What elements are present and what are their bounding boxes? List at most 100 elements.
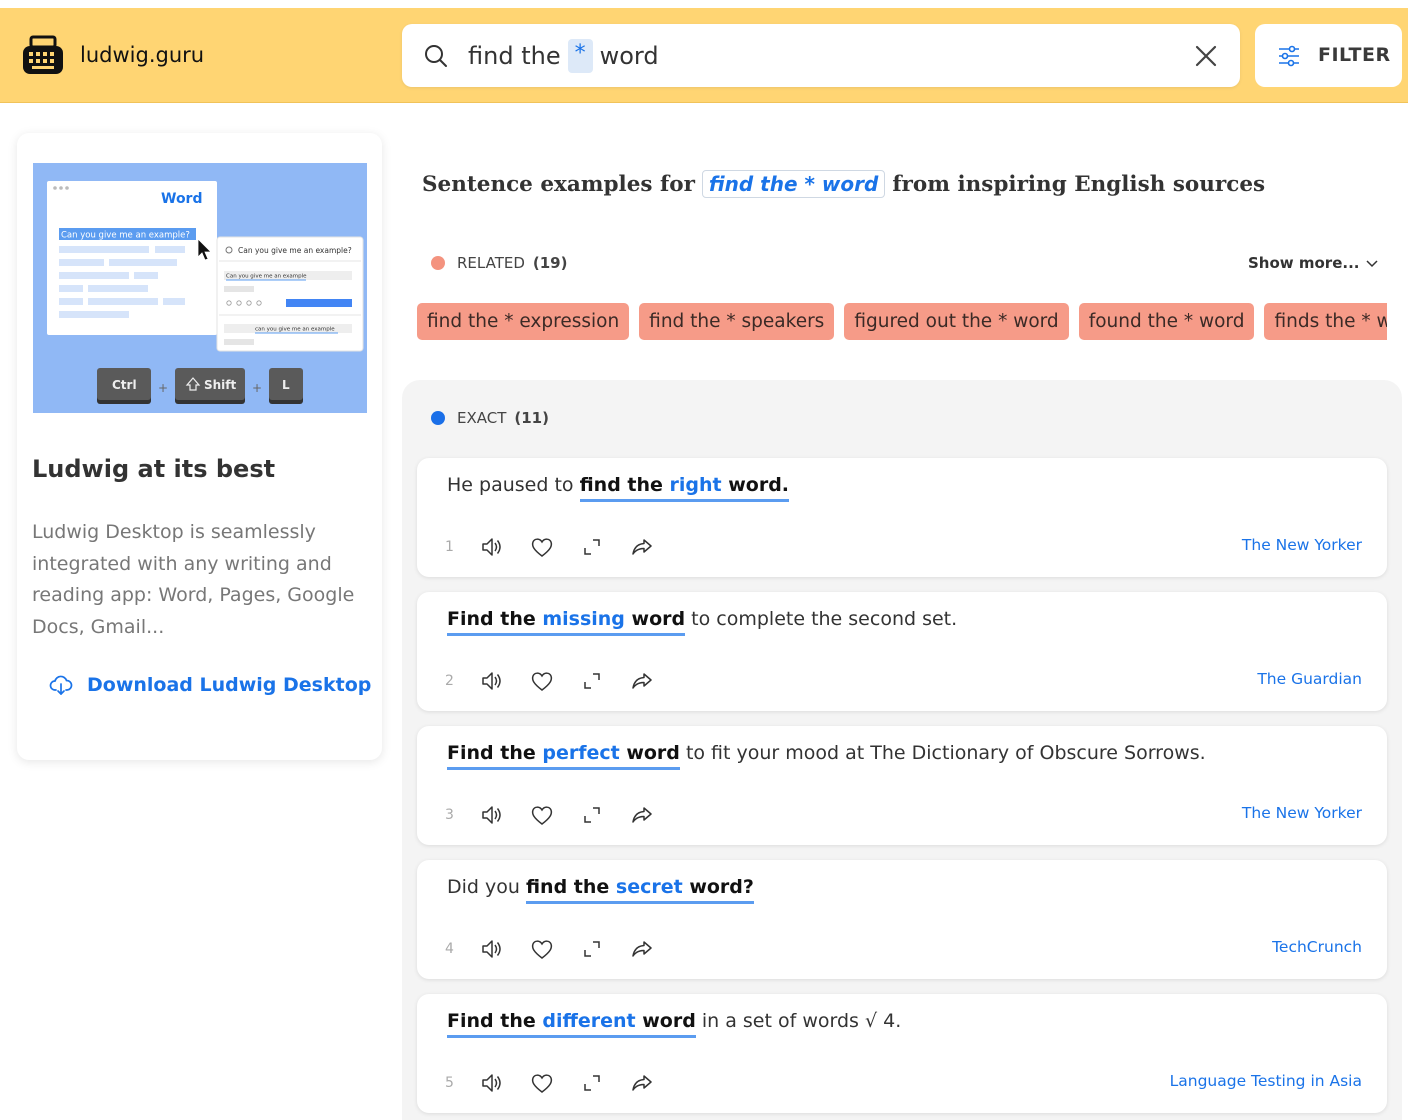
source-link[interactable]: The Guardian [1257, 670, 1362, 688]
promo-illustration: Word Can you give me an example? Can you… [33, 163, 367, 413]
header: ludwig.guru find the * word FILTER [0, 8, 1408, 103]
heart-icon[interactable] [529, 668, 555, 694]
top-strip [0, 0, 1408, 8]
heading-query: find the * word [701, 170, 886, 198]
exact-count: (11) [514, 409, 549, 427]
match-end: word? [682, 876, 754, 898]
source-link[interactable]: The New Yorker [1242, 804, 1362, 822]
svg-text:+: + [252, 381, 262, 395]
speaker-icon[interactable] [479, 802, 505, 828]
download-desktop-link[interactable]: Download Ludwig Desktop [49, 673, 371, 697]
speaker-icon[interactable] [479, 1070, 505, 1096]
share-icon[interactable] [629, 534, 655, 560]
match-start: Find the [447, 1010, 543, 1032]
heart-icon[interactable] [529, 936, 555, 962]
related-chips: find the * expression find the * speakers… [417, 303, 1387, 340]
related-chip[interactable]: finds the * word [1264, 303, 1387, 340]
source-link[interactable]: Language Testing in Asia [1170, 1072, 1362, 1090]
search-input[interactable]: find the * word [468, 38, 659, 74]
result-number: 2 [445, 673, 454, 689]
card-toolbar: 5 [445, 1070, 679, 1096]
site-name[interactable]: ludwig.guru [80, 43, 204, 67]
search-text-after: word [599, 42, 659, 70]
result-card: Did you find the secret word? 4 TechCrun… [417, 860, 1387, 979]
example-sentence[interactable]: He paused to find the right word. [447, 474, 790, 502]
heart-icon[interactable] [529, 534, 555, 560]
search-box[interactable]: find the * word [402, 24, 1240, 87]
match-phrase: Find the different word [447, 1010, 696, 1038]
match-variable-word: perfect [542, 742, 620, 764]
promo-description: Ludwig Desktop is seamlessly integrated … [32, 521, 355, 638]
source-link[interactable]: The New Yorker [1242, 536, 1362, 554]
filter-button[interactable]: FILTER [1255, 24, 1402, 87]
related-section-header: RELATED (19) [431, 254, 567, 272]
exact-dot [431, 411, 445, 425]
search-text-before: find the [468, 42, 561, 70]
heart-icon[interactable] [529, 802, 555, 828]
key-ctrl: Ctrl [112, 378, 137, 392]
match-variable-word: different [542, 1010, 636, 1032]
search-icon [425, 45, 447, 67]
match-start: Find the [447, 742, 543, 764]
cloud-download-icon [49, 675, 73, 695]
result-number: 4 [445, 941, 454, 957]
match-start: find the [525, 876, 616, 898]
result-number: 5 [445, 1075, 454, 1091]
source-link[interactable]: TechCrunch [1272, 938, 1362, 956]
result-number: 1 [445, 539, 454, 555]
illustration-app-title: Word [161, 191, 203, 207]
related-chip[interactable]: found the * word [1078, 303, 1255, 340]
expand-icon[interactable] [579, 534, 605, 560]
example-sentence[interactable]: Find the missing word to complete the se… [447, 608, 957, 636]
result-card: Find the different word in a set of word… [417, 994, 1387, 1113]
illustration-popup-query: Can you give me an example? [238, 246, 352, 255]
filter-label: FILTER [1318, 44, 1391, 66]
related-chip[interactable]: figured out the * word [844, 303, 1069, 340]
expand-icon[interactable] [579, 668, 605, 694]
speaker-icon[interactable] [479, 668, 505, 694]
page-heading: Sentence examples for find the * word fr… [422, 170, 1265, 198]
close-icon[interactable] [1192, 42, 1220, 70]
related-dot [431, 256, 445, 270]
download-label: Download Ludwig Desktop [87, 674, 372, 696]
match-start: find the [579, 474, 670, 496]
expand-icon[interactable] [579, 936, 605, 962]
show-more-button[interactable]: Show more... [1248, 254, 1379, 272]
result-card: Find the perfect word to fit your mood a… [417, 726, 1387, 845]
related-chip[interactable]: find the * speakers [639, 303, 835, 340]
example-sentence[interactable]: Find the different word in a set of word… [447, 1010, 902, 1038]
heart-icon[interactable] [529, 1070, 555, 1096]
example-sentence[interactable]: Find the perfect word to fit your mood a… [447, 742, 1206, 770]
sentence-post: in a set of words √ 4. [695, 1010, 902, 1032]
share-icon[interactable] [629, 802, 655, 828]
expand-icon[interactable] [579, 802, 605, 828]
typewriter-logo-icon[interactable] [22, 34, 64, 76]
example-sentence[interactable]: Did you find the secret word? [447, 876, 754, 904]
match-end: word [619, 742, 680, 764]
card-toolbar: 2 [445, 668, 679, 694]
speaker-icon[interactable] [479, 534, 505, 560]
card-toolbar: 1 [445, 534, 679, 560]
sentence-pre: Did you [447, 876, 526, 898]
exact-section-header: EXACT (11) [431, 409, 549, 427]
result-number: 3 [445, 807, 454, 823]
wildcard-token[interactable]: * [567, 39, 593, 73]
related-label: RELATED [457, 254, 525, 272]
show-more-label: Show more... [1248, 254, 1360, 272]
related-count: (19) [532, 254, 568, 272]
match-phrase: Find the perfect word [447, 742, 680, 770]
expand-icon[interactable] [579, 1070, 605, 1096]
share-icon[interactable] [629, 1070, 655, 1096]
key-l: L [282, 378, 290, 392]
illustration-selected-text: Can you give me an example? [61, 231, 190, 241]
speaker-icon[interactable] [479, 936, 505, 962]
exact-label: EXACT [457, 409, 507, 427]
related-chip[interactable]: find the * expression [417, 303, 630, 340]
share-icon[interactable] [629, 936, 655, 962]
match-variable-word: right [669, 474, 722, 496]
card-toolbar: 3 [445, 802, 679, 828]
match-phrase: find the right word. [579, 474, 790, 502]
result-card: He paused to find the right word. 1 The … [417, 458, 1387, 577]
share-icon[interactable] [629, 668, 655, 694]
match-variable-word: missing [542, 608, 625, 630]
